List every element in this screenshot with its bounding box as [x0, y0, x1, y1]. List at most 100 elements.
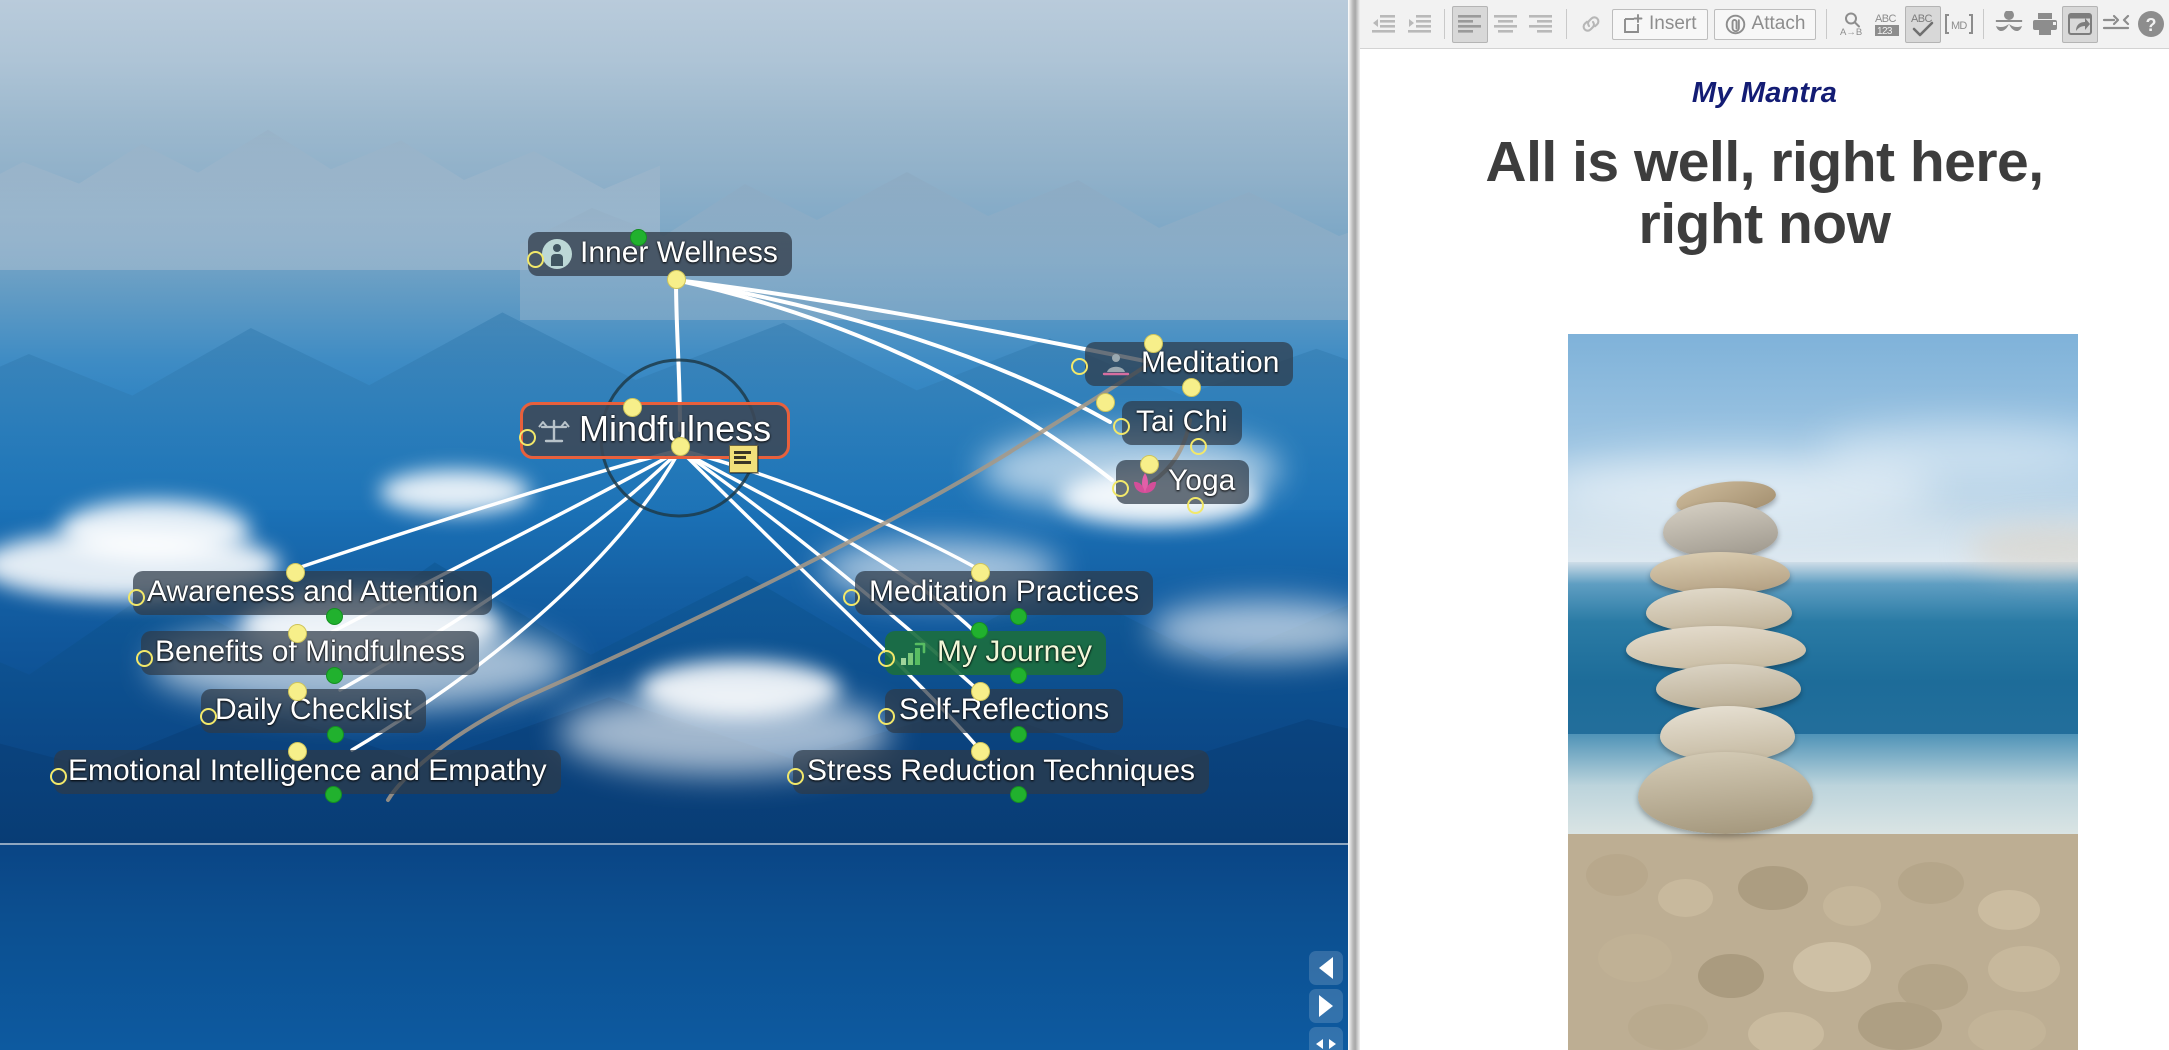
node-link-dot[interactable] — [288, 742, 307, 761]
node-link-dot[interactable] — [667, 270, 686, 289]
node-collapse-handle[interactable] — [527, 251, 544, 268]
decrease-indent-button[interactable] — [1366, 6, 1402, 43]
svg-text:?: ? — [2146, 15, 2157, 35]
note-image-stone-cairn[interactable] — [1568, 334, 2078, 1050]
insert-link-button[interactable] — [1573, 6, 1609, 43]
mindmap-node-meditation-practices[interactable]: Meditation Practices — [855, 571, 1153, 615]
align-center-button[interactable] — [1488, 6, 1524, 43]
node-collapse-handle[interactable] — [1112, 480, 1129, 497]
node-collapse-handle[interactable] — [1187, 497, 1204, 514]
node-link-dot[interactable] — [1144, 334, 1163, 353]
help-circle-icon: ? — [2136, 9, 2166, 39]
popout-notes-button[interactable] — [2062, 6, 2098, 43]
node-status-dot[interactable] — [326, 667, 343, 684]
help-button[interactable]: ? — [2133, 6, 2169, 43]
arrow-left-icon — [1319, 957, 1333, 979]
node-link-dot[interactable] — [1096, 393, 1115, 412]
node-status-dot[interactable] — [1010, 786, 1027, 803]
node-label: Stress Reduction Techniques — [807, 753, 1195, 788]
node-link-dot[interactable] — [971, 682, 990, 701]
node-collapse-handle[interactable] — [519, 429, 536, 446]
word-count-button[interactable]: ABC 123 — [1870, 6, 1906, 43]
mindmap-node-awareness-and-attention[interactable]: Awareness and Attention — [133, 571, 492, 615]
mindmap-node-self-reflections[interactable]: Self-Reflections — [885, 689, 1123, 733]
mindmap-node-tai-chi[interactable]: Tai Chi — [1122, 401, 1242, 445]
align-left-button[interactable] — [1452, 6, 1488, 43]
attach-button[interactable]: Attach — [1714, 9, 1817, 40]
print-button[interactable] — [2027, 6, 2063, 43]
pebble — [1698, 954, 1764, 998]
node-link-dot[interactable] — [288, 682, 307, 701]
node-collapse-handle[interactable] — [843, 589, 860, 606]
cairn-stone — [1656, 664, 1801, 710]
node-label: Awareness and Attention — [147, 574, 478, 609]
mindmap-node-my-journey[interactable]: My Journey — [885, 631, 1106, 675]
collapse-left-arrow-button[interactable] — [1309, 951, 1343, 985]
node-status-dot[interactable] — [1010, 608, 1027, 625]
mindmap-node-benefits-of-mindfulness[interactable]: Benefits of Mindfulness — [141, 631, 479, 675]
note-attached-icon[interactable] — [729, 445, 758, 473]
node-label: Yoga — [1168, 463, 1235, 498]
node-link-dot[interactable] — [971, 742, 990, 761]
fit-both-arrows-button[interactable] — [1309, 1027, 1343, 1050]
insert-button-label: Insert — [1649, 13, 1697, 35]
node-collapse-handle[interactable] — [128, 589, 145, 606]
expand-right-arrow-button[interactable] — [1309, 989, 1343, 1023]
node-status-dot[interactable] — [327, 726, 344, 743]
cairn-stone — [1638, 752, 1813, 834]
scales-icon — [537, 417, 571, 443]
pebble — [1598, 934, 1672, 982]
node-link-dot[interactable] — [1182, 378, 1201, 397]
spell-check-button[interactable]: ABC — [1905, 6, 1941, 43]
mindmap-node-yoga[interactable]: Yoga — [1116, 460, 1249, 504]
node-collapse-handle[interactable] — [1113, 418, 1130, 435]
find-replace-button[interactable]: A→B — [1834, 6, 1870, 43]
node-link-dot[interactable] — [286, 563, 305, 582]
mind-map-canvas[interactable]: Inner Wellness Mindfulness — [0, 0, 1348, 1050]
node-collapse-handle[interactable] — [787, 768, 804, 785]
node-collapse-handle[interactable] — [50, 768, 67, 785]
mindmap-node-daily-checklist[interactable]: Daily Checklist — [201, 689, 426, 733]
mindmap-node-stress-reduction-techniques[interactable]: Stress Reduction Techniques — [793, 750, 1209, 794]
collapse-panel-button[interactable] — [2098, 6, 2134, 43]
node-collapse-handle[interactable] — [1190, 438, 1207, 455]
node-collapse-handle[interactable] — [878, 650, 895, 667]
toolbar-divider — [1983, 9, 1984, 39]
node-status-dot[interactable] — [630, 229, 647, 246]
node-status-dot[interactable] — [1010, 667, 1027, 684]
node-label: Inner Wellness — [580, 235, 778, 270]
align-right-icon — [1529, 15, 1552, 33]
node-link-dot[interactable] — [288, 624, 307, 643]
node-link-dot[interactable] — [623, 398, 642, 417]
panel-splitter[interactable] — [1348, 0, 1360, 1050]
mindmap-node-inner-wellness[interactable]: Inner Wellness — [528, 232, 792, 276]
indent-icon — [1408, 15, 1431, 33]
node-status-dot[interactable] — [1010, 726, 1027, 743]
printer-icon — [2031, 11, 2059, 37]
notes-toolbar: Insert Attach A→B ABC — [1360, 0, 2169, 49]
node-label: Self-Reflections — [899, 692, 1109, 727]
node-collapse-handle[interactable] — [878, 708, 895, 725]
notes-editor-body[interactable]: My Mantra All is well, right here, right… — [1360, 49, 2169, 1050]
node-status-dot[interactable] — [971, 622, 988, 639]
node-label: Emotional Intelligence and Empathy — [68, 753, 547, 788]
node-link-dot[interactable] — [671, 437, 690, 456]
markdown-button[interactable]: MD — [1941, 6, 1977, 43]
node-label: My Journey — [937, 634, 1092, 669]
increase-indent-button[interactable] — [1402, 6, 1438, 43]
node-collapse-handle[interactable] — [1071, 358, 1088, 375]
focus-mode-button[interactable] — [1991, 6, 2027, 43]
align-center-icon — [1494, 15, 1517, 33]
align-right-button[interactable] — [1523, 6, 1559, 43]
mindmap-node-emotional-intelligence-and-empathy[interactable]: Emotional Intelligence and Empathy — [54, 750, 561, 794]
node-status-dot[interactable] — [326, 608, 343, 625]
node-status-dot[interactable] — [325, 786, 342, 803]
insert-button[interactable]: Insert — [1612, 9, 1708, 40]
node-link-dot[interactable] — [1140, 455, 1159, 474]
node-collapse-handle[interactable] — [200, 708, 217, 725]
mindmap-application: Inner Wellness Mindfulness — [0, 0, 2169, 1050]
abc-check-icon: ABC — [1909, 10, 1937, 38]
node-link-dot[interactable] — [971, 563, 990, 582]
node-collapse-handle[interactable] — [136, 650, 153, 667]
arrows-both-icon — [1313, 1036, 1339, 1050]
